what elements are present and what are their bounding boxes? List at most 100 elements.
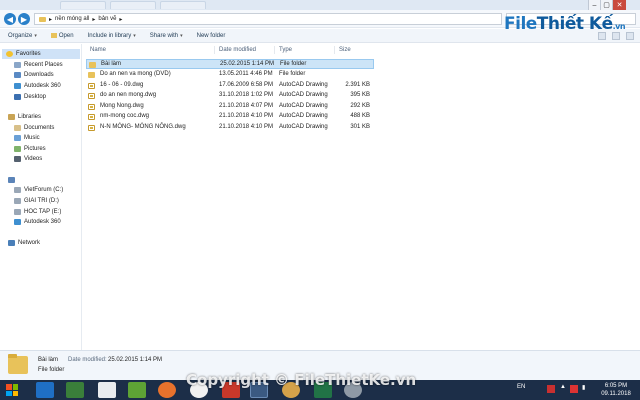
column-header-label: Name (90, 47, 107, 53)
show-hidden-icons-icon[interactable]: ▲ (560, 384, 566, 390)
folder-icon (89, 62, 96, 68)
chevron-down-icon: ▾ (34, 32, 37, 39)
browser-tab[interactable] (110, 1, 156, 9)
browser-tab[interactable] (160, 1, 206, 9)
unikey-tray-icon[interactable] (570, 385, 578, 393)
music-icon (14, 135, 21, 141)
firefox-icon[interactable] (158, 382, 176, 398)
minimize-button[interactable]: – (588, 0, 600, 10)
sidebar-item-label: Recent Places (24, 62, 63, 68)
file-size: 395 KB (350, 92, 370, 98)
sidebar-item-label: Downloads (24, 72, 54, 78)
organize-button[interactable]: Organize ▾ (8, 33, 37, 39)
maximize-button[interactable]: ▢ (600, 0, 612, 10)
sidebar-item-autodesk-360[interactable]: Autodesk 360 (14, 81, 61, 91)
sidebar-item-computer[interactable] (8, 175, 15, 185)
sidebar-item-downloads[interactable]: Downloads (14, 70, 54, 80)
sidebar-item-videos[interactable]: Videos (14, 154, 42, 164)
language-indicator[interactable]: EN (517, 384, 525, 390)
star-icon (6, 51, 13, 57)
include-in-library-button[interactable]: Include in library ▾ (88, 33, 136, 39)
autocad-file-icon (88, 83, 95, 89)
autocad-file-icon (88, 93, 95, 99)
share-with-button[interactable]: Share with ▾ (150, 33, 183, 39)
sidebar-item-network[interactable]: Network (8, 238, 40, 248)
autocad-file-icon (88, 114, 95, 120)
sidebar-item-label: Libraries (18, 114, 42, 120)
antivirus-icon[interactable] (547, 385, 555, 393)
network-tray-icon[interactable]: ▮ (582, 384, 585, 391)
sidebar-item-drive-e[interactable]: HOC TAP (E:) (14, 207, 61, 217)
new-folder-label: New folder (196, 32, 226, 39)
file-row[interactable]: N-N MÓNG- MÓNG NÔNG.dwg 21.10.2018 4:10 … (86, 123, 374, 133)
file-type: File folder (279, 71, 306, 77)
tv-app-icon[interactable] (66, 382, 84, 398)
preview-pane-icon[interactable] (612, 32, 620, 40)
file-name: do an nen mong.dwg (100, 92, 157, 98)
file-list: Name Date modified Type Size Bài làm 25.… (84, 44, 640, 350)
cloud-icon (14, 219, 21, 225)
sidebar-item-drive-d[interactable]: GIAI TRI (D:) (14, 196, 59, 206)
sidebar-item-label: Music (24, 135, 40, 141)
breadcrumb-item[interactable]: bản vẽ (98, 16, 116, 22)
help-icon[interactable] (626, 32, 634, 40)
windows-logo-icon (12, 390, 18, 396)
folder-open-icon (50, 33, 57, 38)
autocad-file-icon (88, 125, 95, 131)
new-folder-button[interactable]: New folder (197, 33, 226, 39)
file-size: 301 KB (350, 124, 370, 130)
column-header-label: Size (339, 47, 351, 53)
sidebar-item-pictures[interactable]: Pictures (14, 144, 46, 154)
sidebar-item-drive-c[interactable]: VietForum (C:) (14, 185, 63, 195)
start-button[interactable] (4, 382, 20, 398)
column-divider[interactable] (334, 46, 335, 54)
column-divider[interactable] (214, 46, 215, 54)
sidebar-item-music[interactable]: Music (14, 133, 40, 143)
back-button[interactable]: ◀ (4, 13, 16, 25)
column-header-size[interactable]: Size (339, 44, 374, 56)
sidebar-item-label: Autodesk 360 (24, 219, 61, 225)
view-options-icon[interactable] (598, 32, 606, 40)
unikey-icon[interactable] (98, 382, 116, 398)
network-icon (8, 240, 15, 246)
system-clock[interactable]: 6:05 PM 09.11.2018 (596, 382, 636, 398)
close-button[interactable]: ✕ (612, 0, 626, 10)
forward-button[interactable]: ▶ (18, 13, 30, 25)
browser-tab[interactable] (60, 1, 106, 9)
file-date: 21.10.2018 4:07 PM (219, 103, 274, 109)
windows-logo-icon (6, 384, 12, 390)
column-header-date[interactable]: Date modified (219, 44, 274, 56)
computer-icon (8, 177, 15, 183)
sidebar-item-desktop[interactable]: Desktop (14, 92, 46, 102)
sidebar-item-recent-places[interactable]: Recent Places (14, 60, 63, 70)
sidebar-item-favorites[interactable]: Favorites (2, 49, 80, 59)
clock-date: 09.11.2018 (601, 391, 631, 397)
file-row[interactable]: Do an nen va mong (DVD) 13.05.2011 4:46 … (86, 70, 374, 80)
internet-explorer-icon[interactable] (36, 382, 54, 398)
sidebar-item-libraries[interactable]: Libraries (8, 112, 41, 122)
column-header-name[interactable]: Name (90, 44, 215, 56)
back-arrow-icon: ◀ (6, 14, 14, 24)
breadcrumb-separator: ▸ (92, 16, 96, 23)
file-row[interactable]: nm-mong coc.dwg 21.10.2018 4:10 PM AutoC… (86, 112, 374, 122)
coc-coc-icon[interactable] (128, 382, 146, 398)
column-header-type[interactable]: Type (279, 44, 334, 56)
sidebar-item-autodesk-360-computer[interactable]: Autodesk 360 (14, 217, 61, 227)
file-row[interactable]: Mong Nong.dwg 21.10.2018 4:07 PM AutoCAD… (86, 102, 374, 112)
file-row[interactable]: Bài làm 25.02.2015 1:14 PM File folder (86, 59, 374, 69)
chevron-down-icon: ▾ (180, 32, 183, 39)
details-date-label: Date modified: (68, 357, 107, 363)
folder-icon (88, 72, 95, 78)
sidebar-item-label: Network (18, 240, 41, 246)
drive-icon (14, 209, 21, 215)
sidebar-item-documents[interactable]: Documents (14, 123, 54, 133)
file-row[interactable]: do an nen mong.dwg 31.10.2018 1:02 PM Au… (86, 91, 374, 101)
open-button[interactable]: Open (50, 32, 74, 39)
breadcrumb-item[interactable]: nền móng all (55, 16, 89, 22)
address-bar[interactable]: ▸ nền móng all ▸ bản vẽ ▸ (34, 13, 502, 25)
file-size: 488 KB (350, 113, 370, 119)
file-type: AutoCAD Drawing (279, 82, 328, 88)
file-row[interactable]: 16 - 06 - 09.dwg 17.06.2009 6:58 PM Auto… (86, 81, 374, 91)
column-divider[interactable] (274, 46, 275, 54)
open-label: Open (58, 32, 74, 39)
